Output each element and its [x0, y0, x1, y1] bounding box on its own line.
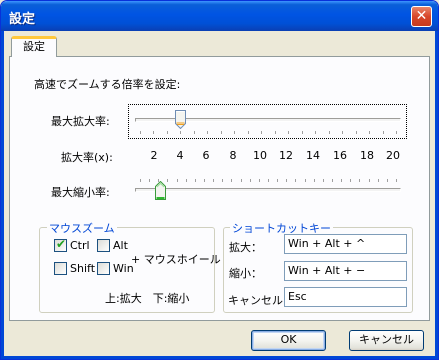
tick-mark — [342, 131, 344, 134]
mouse-wheel-label: + マウスホイール — [131, 253, 221, 266]
close-button[interactable]: ✕ — [411, 6, 432, 27]
window-frame-bottom — [1, 356, 438, 359]
tick-mark — [140, 131, 141, 134]
tick-mark — [167, 179, 169, 182]
tick-mark — [213, 179, 215, 182]
cancel-shortcut-field[interactable]: Esc — [284, 287, 407, 307]
tick-mark — [286, 179, 288, 182]
scale-number: 18 — [360, 149, 374, 162]
tick-mark — [176, 179, 178, 182]
tick-mark — [377, 179, 379, 182]
tick-mark — [234, 131, 236, 134]
tick-mark — [396, 131, 397, 134]
tick-mark — [247, 131, 249, 134]
tick-mark — [396, 179, 397, 182]
tick-mark — [368, 179, 370, 182]
cancel-button[interactable]: キャンセル — [349, 330, 424, 351]
shift-checkbox[interactable] — [54, 262, 67, 275]
tick-mark — [185, 179, 187, 182]
check-icon: ✔ — [56, 237, 67, 251]
scale-number: 20 — [386, 149, 400, 162]
zoom-in-shortcut-label: 拡大： — [229, 241, 262, 254]
tick-mark — [180, 131, 182, 134]
tick-mark — [249, 179, 251, 182]
tick-mark — [274, 131, 276, 134]
scale-number: 2 — [150, 149, 158, 162]
max-shrink-slider-track — [135, 188, 401, 192]
tick-mark — [359, 179, 361, 182]
zoom-out-shortcut-label: 縮小： — [229, 267, 262, 280]
tab-settings[interactable]: 設定 — [11, 36, 57, 57]
zoom-in-shortcut-field[interactable]: Win + Alt + ^ — [284, 234, 407, 254]
tick-mark — [350, 179, 352, 182]
zoom-heading: 高速でズームする倍率を設定: — [34, 78, 181, 91]
tab-settings-label: 設定 — [23, 40, 45, 53]
title-bar[interactable]: 設定 ✕ — [1, 1, 438, 31]
max-shrink-slider-thumb[interactable] — [155, 181, 167, 200]
tick-mark — [193, 131, 195, 134]
max-shrink-label: 最大縮小率: — [51, 186, 110, 199]
scale-number: 6 — [202, 149, 210, 162]
tick-mark — [153, 131, 155, 134]
window-frame-left — [1, 31, 4, 359]
max-zoom-slider-thumb[interactable] — [175, 110, 187, 129]
tick-mark — [328, 131, 330, 134]
ctrl-checkbox-label: Ctrl — [70, 239, 90, 252]
scale-label: 拡大率(x): — [61, 151, 113, 164]
scale-number: 14 — [306, 149, 320, 162]
tick-mark — [140, 179, 141, 182]
scale-number: 16 — [333, 149, 347, 162]
max-zoom-label: 最大拡大率: — [51, 115, 110, 128]
tick-mark — [355, 131, 357, 134]
tick-mark — [322, 179, 324, 182]
tick-mark — [204, 179, 205, 182]
tick-mark — [341, 179, 343, 182]
tick-mark — [194, 179, 196, 182]
tick-mark — [369, 131, 371, 134]
tick-mark — [277, 179, 279, 182]
tick-mark — [386, 179, 388, 182]
shift-checkbox-label: Shift — [70, 262, 96, 275]
ctrl-checkbox[interactable]: ✔ — [54, 237, 67, 252]
max-shrink-slider[interactable] — [131, 173, 405, 205]
tick-mark — [301, 131, 303, 134]
scale-number: 8 — [229, 149, 237, 162]
tick-mark — [149, 179, 151, 182]
tick-mark — [268, 179, 269, 182]
tick-mark — [231, 179, 233, 182]
tick-mark — [332, 179, 333, 182]
tick-mark — [220, 131, 222, 134]
tick-mark — [240, 179, 242, 182]
tick-mark — [304, 179, 306, 182]
max-zoom-slider[interactable] — [131, 107, 405, 137]
tick-mark — [222, 179, 224, 182]
ok-button[interactable]: OK — [251, 330, 326, 351]
settings-dialog: 設定 ✕ 設定 高速でズームする倍率を設定: 最大拡大率: 拡大率(x): 2 … — [0, 0, 439, 360]
mouse-zoom-group-title: マウスズーム — [47, 220, 117, 236]
close-icon: ✕ — [415, 8, 428, 24]
tick-mark — [382, 131, 384, 134]
scale-number: 4 — [176, 149, 184, 162]
tick-mark — [258, 179, 260, 182]
alt-checkbox[interactable] — [97, 239, 110, 252]
tick-mark — [288, 131, 290, 134]
window-frame-right — [435, 31, 438, 359]
tick-mark — [313, 179, 315, 182]
scale-number: 12 — [279, 149, 293, 162]
tick-mark — [207, 131, 209, 134]
alt-checkbox-label: Alt — [113, 239, 128, 252]
tick-mark — [295, 179, 297, 182]
scale-number: 10 — [253, 149, 267, 162]
tick-mark — [261, 131, 263, 134]
zoom-out-shortcut-field[interactable]: Win + Alt + − — [284, 261, 407, 281]
tick-mark — [166, 131, 168, 134]
win-checkbox[interactable] — [97, 262, 110, 275]
tick-mark — [315, 131, 317, 134]
wheel-direction-hint: 上:拡大 下:縮小 — [105, 292, 190, 305]
window-title: 設定 — [9, 12, 36, 27]
